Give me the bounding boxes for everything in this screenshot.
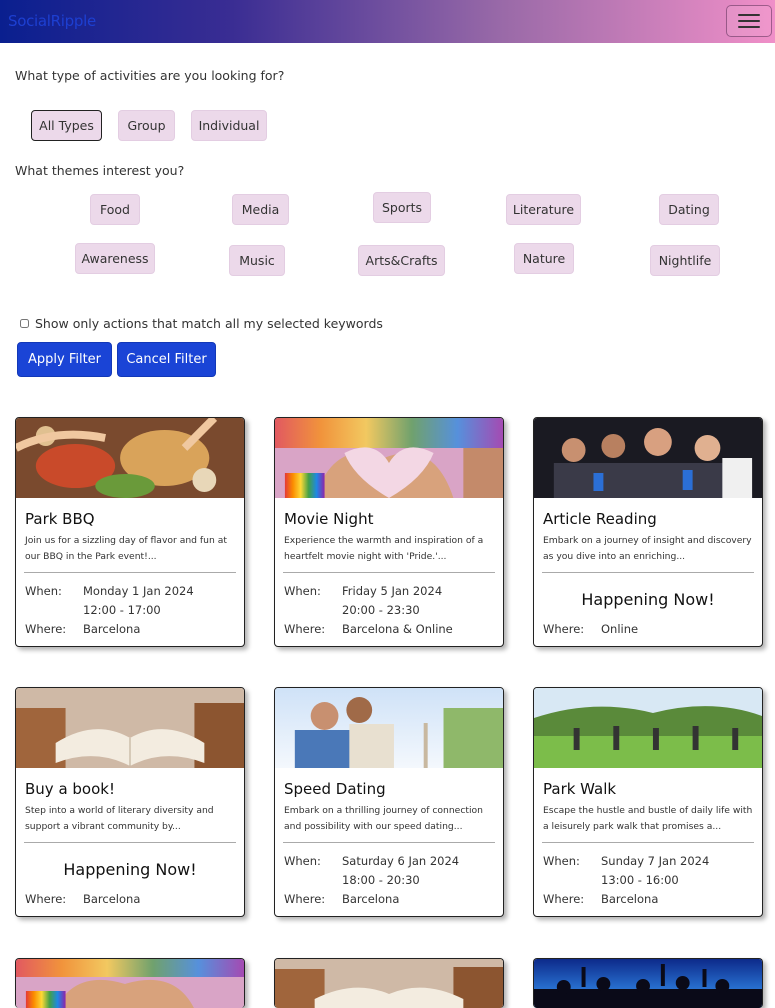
park-yoga-image bbox=[534, 688, 762, 768]
activity-card-buy-a-book[interactable]: Buy a book! Step into a world of literar… bbox=[15, 687, 245, 917]
card-place: Barcelona bbox=[342, 892, 400, 906]
bbq-food-image bbox=[16, 418, 244, 498]
activity-card-movie-night[interactable]: Movie Night Experience the warmth and in… bbox=[274, 417, 504, 647]
card-time: 13:00 - 16:00 bbox=[601, 873, 679, 887]
card-date: Monday 1 Jan 2024 bbox=[83, 584, 194, 598]
theme-chip-sports[interactable]: Sports bbox=[373, 192, 431, 223]
open-book-image bbox=[16, 688, 244, 768]
theme-chip-music[interactable]: Music bbox=[229, 245, 285, 276]
card-date: Friday 5 Jan 2024 bbox=[342, 584, 443, 598]
cancel-filter-button[interactable]: Cancel Filter bbox=[117, 342, 216, 377]
activity-card-speed-dating[interactable]: Speed Dating Embark on a thrilling journ… bbox=[274, 687, 504, 917]
card-divider bbox=[24, 572, 236, 573]
happening-now-label: Happening Now! bbox=[63, 860, 197, 879]
where-label: Where: bbox=[25, 622, 67, 636]
type-chip-individual[interactable]: Individual bbox=[191, 110, 267, 141]
when-label: When: bbox=[25, 584, 62, 598]
card-time: 20:00 - 23:30 bbox=[342, 603, 420, 617]
theme-chip-nightlife[interactable]: Nightlife bbox=[650, 245, 720, 276]
where-label: Where: bbox=[284, 892, 326, 906]
card-description: Embark on a thrilling journey of connect… bbox=[284, 805, 483, 832]
when-label: When: bbox=[284, 584, 321, 598]
where-label: Where: bbox=[284, 622, 326, 636]
card-date: Sunday 7 Jan 2024 bbox=[601, 854, 710, 868]
theme-chip-dating[interactable]: Dating bbox=[659, 194, 719, 225]
when-label: When: bbox=[543, 854, 580, 868]
hamburger-menu-icon[interactable] bbox=[726, 5, 772, 37]
card-divider bbox=[24, 842, 236, 843]
when-label: When: bbox=[284, 854, 321, 868]
card-description: Embark on a journey of insight and disco… bbox=[543, 535, 752, 562]
card-place: Barcelona bbox=[83, 622, 141, 636]
type-chip-group[interactable]: Group bbox=[118, 110, 175, 141]
heart-hands-image bbox=[16, 959, 244, 1008]
card-description: Experience the warmth and inspiration of… bbox=[284, 535, 484, 562]
card-title: Park Walk bbox=[543, 780, 617, 798]
theme-question: What themes interest you? bbox=[15, 163, 185, 178]
card-place: Barcelona & Online bbox=[342, 622, 453, 636]
activity-card-partial[interactable] bbox=[15, 958, 245, 1008]
where-label: Where: bbox=[25, 892, 67, 906]
card-place: Barcelona bbox=[601, 892, 659, 906]
activity-type-question: What type of activities are you looking … bbox=[15, 68, 285, 83]
card-time: 18:00 - 20:30 bbox=[342, 873, 420, 887]
activity-card-park-walk[interactable]: Park Walk Escape the hustle and bustle o… bbox=[533, 687, 763, 917]
card-divider bbox=[542, 572, 754, 573]
card-time: 12:00 - 17:00 bbox=[83, 603, 161, 617]
card-divider bbox=[283, 842, 495, 843]
activity-card-article-reading[interactable]: Article Reading Embark on a journey of i… bbox=[533, 417, 763, 647]
open-book-image bbox=[275, 959, 503, 1008]
card-divider bbox=[283, 572, 495, 573]
activity-card-partial[interactable] bbox=[533, 958, 763, 1008]
concert-crowd-image bbox=[534, 959, 762, 1008]
theme-chip-literature[interactable]: Literature bbox=[506, 194, 581, 225]
card-title: Article Reading bbox=[543, 510, 657, 528]
card-place: Online bbox=[601, 622, 639, 636]
card-description: Join us for a sizzling day of flavor and… bbox=[25, 535, 227, 562]
card-title: Movie Night bbox=[284, 510, 374, 528]
card-description: Step into a world of literary diversity … bbox=[25, 805, 214, 832]
card-divider bbox=[542, 842, 754, 843]
card-date: Saturday 6 Jan 2024 bbox=[342, 854, 460, 868]
card-title: Buy a book! bbox=[25, 780, 115, 798]
happening-now-label: Happening Now! bbox=[581, 590, 715, 609]
card-place: Barcelona bbox=[83, 892, 141, 906]
card-description: Escape the hustle and bustle of daily li… bbox=[543, 805, 753, 832]
card-title: Park BBQ bbox=[25, 510, 95, 528]
match-all-row[interactable]: Show only actions that match all my sele… bbox=[20, 316, 383, 331]
theme-chip-food[interactable]: Food bbox=[90, 194, 140, 225]
heart-hands-image bbox=[275, 418, 503, 498]
match-all-checkbox[interactable] bbox=[20, 319, 29, 328]
couple-image bbox=[275, 688, 503, 768]
theme-chip-nature[interactable]: Nature bbox=[514, 243, 574, 274]
where-label: Where: bbox=[543, 622, 585, 636]
theme-chip-media[interactable]: Media bbox=[232, 194, 289, 225]
apply-filter-button[interactable]: Apply Filter bbox=[17, 342, 112, 377]
cinema-audience-image bbox=[534, 418, 762, 498]
where-label: Where: bbox=[543, 892, 585, 906]
card-title: Speed Dating bbox=[284, 780, 386, 798]
activity-card-park-bbq[interactable]: Park BBQ Join us for a sizzling day of f… bbox=[15, 417, 245, 647]
match-all-label: Show only actions that match all my sele… bbox=[35, 316, 383, 331]
type-chip-all[interactable]: All Types bbox=[31, 110, 102, 141]
theme-chip-awareness[interactable]: Awareness bbox=[75, 243, 155, 274]
theme-chip-arts-crafts[interactable]: Arts&Crafts bbox=[358, 245, 445, 276]
brand-logo[interactable]: SocialRipple bbox=[8, 12, 96, 30]
activity-card-partial[interactable] bbox=[274, 958, 504, 1008]
top-navbar: SocialRipple bbox=[0, 0, 775, 43]
